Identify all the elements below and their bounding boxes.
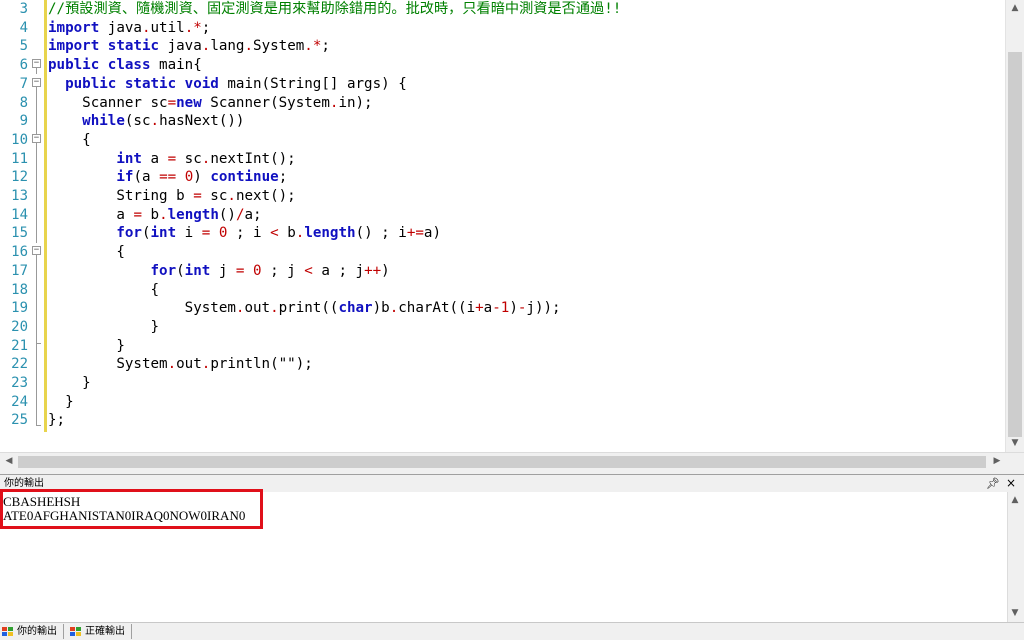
scroll-thumb[interactable]	[1008, 52, 1022, 437]
line-number: 6	[19, 57, 28, 74]
tab-label: 正確輸出	[85, 626, 125, 637]
line-number: 17	[11, 262, 28, 279]
code-line-19: System.out.print((char)b.charAt((i+a-1)-…	[184, 300, 561, 317]
line-number: 18	[11, 281, 28, 298]
scroll-down-arrow-icon[interactable]: ▼	[1006, 435, 1024, 452]
line-number: 5	[19, 38, 28, 55]
fold-margin: − − − −	[30, 0, 44, 432]
code-line-14: a = b.length()/a;	[116, 206, 262, 223]
line-number: 14	[11, 206, 28, 223]
fold-toggle-icon[interactable]: −	[32, 59, 41, 68]
scroll-thumb[interactable]	[18, 456, 986, 468]
scroll-left-arrow-icon[interactable]: ◀	[0, 453, 18, 470]
code-line-7: public static void main(String[] args) {	[65, 75, 407, 92]
tab-correct-output[interactable]: 正確輸出	[68, 624, 132, 639]
fold-end	[36, 425, 41, 426]
window-icon	[70, 627, 81, 636]
code-editor[interactable]: 3 4 5 6 7 8 9 10 11 12 13 14 15 16 17 18 19 20 21 22 23 24 25 …	[0, 0, 1024, 452]
fold-line	[36, 143, 37, 243]
line-number: 8	[19, 94, 28, 111]
line-number: 9	[19, 113, 28, 130]
line-number: 11	[11, 150, 28, 167]
tab-label: 你的輸出	[17, 626, 57, 637]
line-number: 13	[11, 188, 28, 204]
code-line-21: }	[116, 337, 125, 354]
change-marker-bar	[44, 0, 47, 432]
code-line-13: String b = sc.next();	[116, 188, 296, 204]
code-line-10: {	[82, 131, 91, 148]
code-area[interactable]: //預設測資、隨機測資、固定測資是用來幫助除錯用的。批改時，只看暗中測資是否通過…	[48, 0, 998, 432]
line-number: 25	[11, 412, 28, 429]
line-number: 20	[11, 318, 28, 335]
line-number: 12	[11, 169, 28, 186]
line-number: 7	[19, 75, 28, 92]
line-number: 22	[11, 356, 28, 373]
code-line-24: }	[65, 393, 74, 410]
code-line-16: {	[116, 244, 125, 261]
line-number: 24	[11, 393, 28, 410]
close-icon[interactable]: ×	[1006, 475, 1016, 492]
scroll-down-arrow-icon[interactable]: ▼	[1007, 605, 1023, 622]
code-line-3: //預設測資、隨機測資、固定測資是用來幫助除錯用的。批改時，只看暗中測資是否通過…	[48, 1, 622, 17]
tab-your-output[interactable]: 你的輸出	[0, 624, 64, 639]
line-number: 4	[19, 19, 28, 36]
code-line-25: };	[48, 412, 66, 429]
code-line-20: }	[150, 318, 160, 335]
output-vertical-scrollbar[interactable]: ▲ ▼	[1007, 492, 1024, 622]
editor-horizontal-scrollbar[interactable]: ◀ ▶	[0, 452, 1024, 471]
line-number: 3	[19, 1, 28, 17]
code-line-6: public class main{	[48, 57, 202, 74]
code-line-8: Scanner sc=new Scanner(System.in);	[82, 94, 373, 111]
code-line-23: }	[82, 375, 91, 391]
fold-line	[36, 87, 37, 137]
code-line-4: import java.util.*;	[48, 19, 211, 36]
line-number: 19	[11, 300, 28, 317]
fold-toggle-icon[interactable]: −	[32, 134, 41, 143]
fold-line	[36, 68, 37, 74]
editor-vertical-scrollbar[interactable]: ▲ ▼	[1005, 0, 1024, 452]
code-line-12: if(a == 0) continue;	[116, 169, 288, 186]
line-number: 10	[11, 131, 28, 148]
code-line-11: int a = sc.nextInt();	[116, 150, 296, 167]
bottom-tab-bar: 你的輸出 正確輸出	[0, 622, 1024, 640]
code-line-9: while(sc.hasNext())	[82, 113, 245, 130]
window-icon	[2, 627, 13, 636]
fold-line	[36, 255, 37, 425]
line-number-gutter: 3 4 5 6 7 8 9 10 11 12 13 14 15 16 17 18 19 20 21 22 23 24 25	[0, 0, 30, 432]
highlight-box	[0, 489, 263, 529]
fold-toggle-icon[interactable]: −	[32, 78, 41, 87]
code-line-5: import static java.lang.System.*;	[48, 38, 330, 55]
code-line-18: {	[150, 281, 160, 298]
line-number: 16	[11, 244, 28, 261]
fold-toggle-icon[interactable]: −	[32, 246, 41, 255]
line-number: 15	[11, 225, 28, 242]
pin-icon[interactable]: 📌︎	[986, 475, 1000, 492]
code-line-17: for(int j = 0 ; j < a ; j++)	[150, 262, 390, 279]
line-number: 23	[11, 375, 28, 391]
scroll-up-arrow-icon[interactable]: ▲	[1006, 0, 1024, 17]
scroll-up-arrow-icon[interactable]: ▲	[1007, 492, 1023, 509]
line-number: 21	[11, 337, 28, 354]
code-line-22: System.out.println("");	[116, 356, 313, 373]
code-line-15: for(int i = 0 ; i < b.length() ; i+=a)	[116, 225, 441, 242]
scroll-right-arrow-icon[interactable]: ▶	[988, 453, 1006, 470]
